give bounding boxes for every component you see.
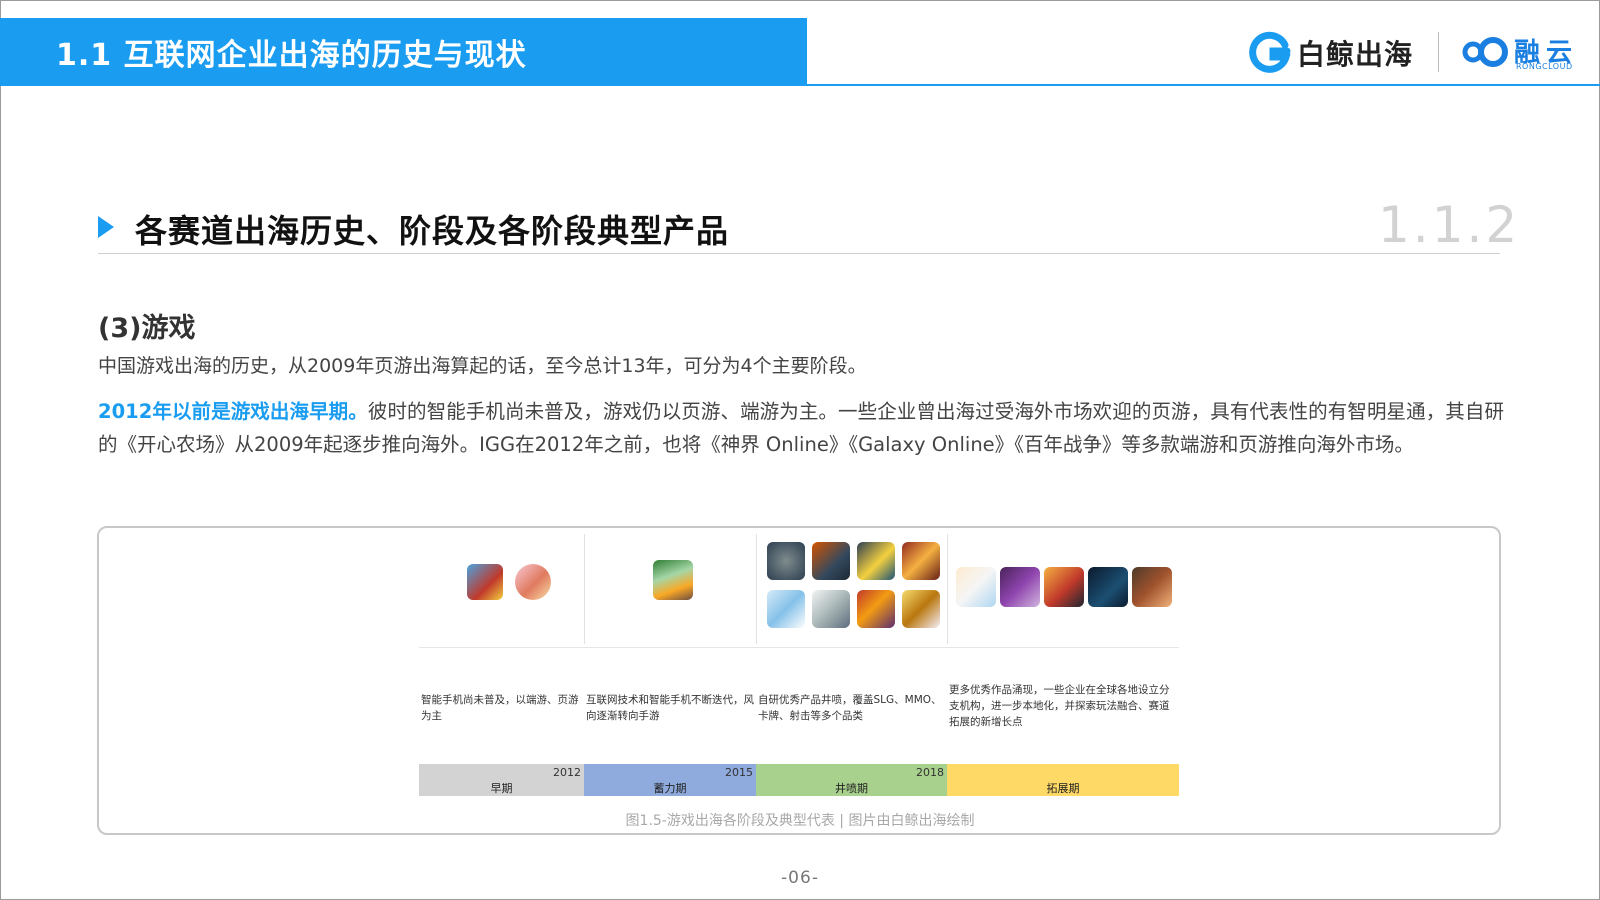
- stage-desc-expansion: 更多优秀作品涌现，一些企业在全球各地设立分支机构，进一步本地化，并探索玩法融合、…: [949, 684, 1170, 728]
- paragraph-intro: 中国游戏出海的历史，从2009年页游出海算起的话，至今总计13年，可分为4个主要…: [98, 355, 867, 377]
- stage-name: 井喷期: [835, 782, 868, 795]
- column-divider: [947, 534, 948, 644]
- column-divider: [584, 534, 585, 644]
- stage-desc-early: 智能手机尚未普及，以端游、页游为主: [421, 694, 579, 722]
- game-icon-anime-white: [767, 590, 805, 628]
- section-divider: [98, 253, 1500, 254]
- rongcloud-logo: 融云 RONGCLOUD: [1460, 30, 1584, 76]
- game-icon-calligraphy: [1088, 567, 1128, 607]
- stage-timeline: 智能手机尚未普及，以端游、页游为主 2012 早期 互联网技术和智能手机不断迭代…: [419, 534, 1179, 796]
- game-icon-golden-hero: [1044, 567, 1084, 607]
- section-number: 1.1.2: [1378, 196, 1521, 254]
- game-icon-anubis: [1000, 567, 1040, 607]
- baijing-logo: 白鲸出海: [1247, 30, 1427, 76]
- header-underline: [807, 84, 1600, 86]
- game-icon-fighter: [857, 590, 895, 628]
- stage-bar-boom: 2018 井喷期: [756, 764, 947, 796]
- game-icon-dark-warrior: [1132, 567, 1172, 607]
- stage-year: 2012: [553, 766, 581, 779]
- game-icon-dragon: [767, 542, 805, 580]
- section-arrow-icon: [98, 216, 114, 238]
- game-icon-cow: [467, 564, 503, 600]
- column-divider: [756, 534, 757, 644]
- stage-name: 拓展期: [1046, 782, 1080, 795]
- stage-name: 蓄力期: [653, 782, 687, 795]
- figure-caption: 图1.5-游戏出海各阶段及典型代表 | 图片由白鲸出海绘制: [625, 813, 975, 829]
- game-icon-princess: [515, 564, 551, 600]
- logo-divider: [1438, 32, 1439, 72]
- baijing-logo-icon: [1249, 31, 1291, 73]
- rongcloud-logo-icon: [1462, 37, 1508, 67]
- game-icon-anime-girl: [812, 590, 850, 628]
- paragraph-highlight: 2012年以前是游戏出海早期。: [98, 400, 368, 423]
- stage-bar-expansion: 拓展期: [947, 764, 1179, 796]
- stage-desc-buildup: 互联网技术和智能手机不断迭代，风向逐渐转向手游: [586, 694, 754, 722]
- stage-bar-buildup: 2015 蓄力期: [584, 764, 756, 796]
- game-icon-castle-clash: [653, 560, 693, 600]
- section-title: 各赛道出海历史、阶段及各阶段典型产品: [135, 212, 730, 250]
- game-icon-warrior: [812, 542, 850, 580]
- game-icon-anime-light: [956, 567, 996, 607]
- stage-year: 2015: [725, 766, 753, 779]
- paragraph-early-stage: 2012年以前是游戏出海早期。彼时的智能手机尚未普及，游戏仍以页游、端游为主。一…: [98, 395, 1504, 461]
- row-divider: [419, 647, 1179, 648]
- stage-bar-early: 2012 早期: [419, 764, 584, 796]
- page-number: -06-: [781, 868, 819, 888]
- stage-name: 早期: [490, 782, 513, 795]
- game-icon-gold-helmet: [902, 590, 940, 628]
- stage-year: 2018: [916, 766, 944, 779]
- stage-desc-boom: 自研优秀产品井喷，覆盖SLG、MMO、卡牌、射击等多个品类: [758, 694, 942, 722]
- game-icon-knight: [857, 542, 895, 580]
- header-title: 1.1 互联网企业出海的历史与现状: [56, 38, 527, 73]
- game-icon-hero-red: [902, 542, 940, 580]
- rongcloud-logo-en: RONGCLOUD: [1516, 62, 1573, 71]
- baijing-logo-text: 白鲸出海: [1297, 38, 1414, 71]
- sub-heading: (3)游戏: [98, 313, 196, 344]
